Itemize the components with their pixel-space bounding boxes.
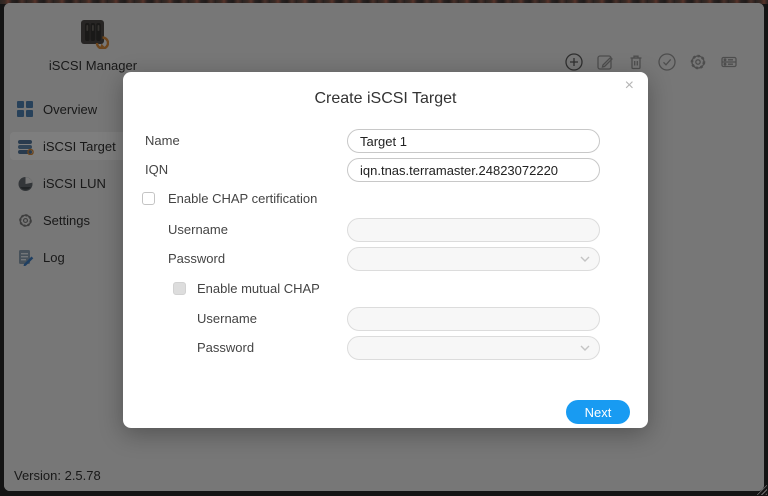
mutual-chap-label: Enable mutual CHAP xyxy=(197,282,320,296)
chap-password-input xyxy=(347,247,600,271)
close-icon[interactable]: × xyxy=(619,74,640,98)
mutual-chap-checkbox xyxy=(173,282,186,295)
chap-username-input xyxy=(347,218,600,242)
mutual-password-label: Password xyxy=(197,336,254,360)
mutual-username-input xyxy=(347,307,600,331)
chap-username-label: Username xyxy=(168,218,228,242)
create-iscsi-target-dialog: × Create iSCSI Target Name IQN Enable CH… xyxy=(123,72,648,428)
iqn-input[interactable] xyxy=(347,158,600,182)
mutual-username-label: Username xyxy=(197,307,257,331)
chap-label: Enable CHAP certification xyxy=(168,192,317,206)
name-input[interactable] xyxy=(347,129,600,153)
app-window: iSCSI Manager Overview xyxy=(4,3,764,491)
dialog-title: Create iSCSI Target xyxy=(123,72,648,108)
iqn-label: IQN xyxy=(145,158,168,182)
mutual-password-input xyxy=(347,336,600,360)
name-label: Name xyxy=(145,129,180,153)
next-button[interactable]: Next xyxy=(566,400,630,424)
chap-password-label: Password xyxy=(168,247,225,271)
chap-checkbox[interactable] xyxy=(142,192,155,205)
